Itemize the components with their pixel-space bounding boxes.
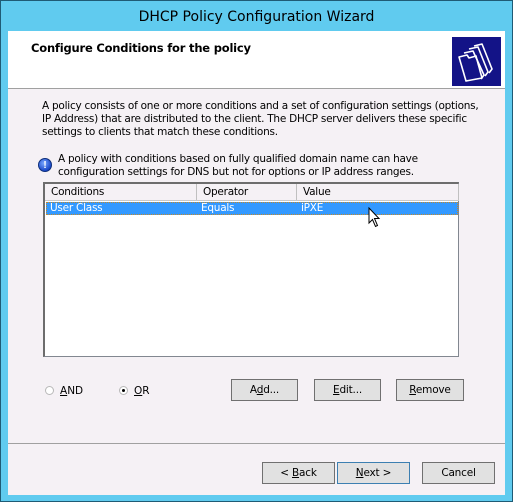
mouse-cursor-icon: [368, 207, 381, 228]
and-radio-label: AND: [60, 385, 84, 397]
column-header-value[interactable]: Value: [297, 184, 459, 200]
folders-icon: [452, 37, 501, 86]
remove-label-mnemonic: R: [409, 384, 416, 396]
remove-label-post: emove: [415, 384, 451, 396]
page-title: Configure Conditions for the policy: [31, 41, 251, 55]
column-header-conditions[interactable]: Conditions: [45, 184, 197, 200]
wizard-header: Configure Conditions for the policy: [8, 31, 505, 88]
cell-condition: User Class: [50, 202, 103, 214]
add-label-post: d...: [263, 384, 280, 396]
info-note: A policy with conditions based on fully …: [58, 153, 418, 178]
and-radio[interactable]: AND: [45, 384, 95, 398]
or-radio-label: OR: [134, 385, 150, 397]
add-button[interactable]: Add...: [231, 379, 298, 401]
policy-description: A policy consists of one or more conditi…: [42, 100, 479, 138]
conditions-list-header: Conditions Operator Value: [45, 184, 459, 201]
back-label-post: ack: [299, 467, 317, 479]
cell-value: iPXE: [301, 202, 324, 214]
cancel-button[interactable]: Cancel: [422, 462, 495, 484]
wizard-body: A policy consists of one or more conditi…: [8, 89, 505, 495]
or-radio[interactable]: OR: [119, 384, 169, 398]
edit-button[interactable]: Edit...: [314, 379, 381, 401]
conditions-list[interactable]: Conditions Operator Value User Class Equ…: [43, 182, 459, 357]
back-button[interactable]: < Back: [262, 462, 335, 484]
column-header-operator[interactable]: Operator: [197, 184, 297, 200]
next-label-post: ext >: [363, 467, 392, 479]
edit-label-post: dit...: [339, 384, 362, 396]
add-label-pre: A: [249, 384, 257, 396]
window-title: DHCP Policy Configuration Wizard: [138, 9, 375, 25]
footer-divider: [8, 443, 505, 444]
table-row[interactable]: User Class Equals iPXE: [46, 202, 458, 215]
info-icon: !: [38, 158, 52, 172]
next-button[interactable]: Next >: [337, 462, 410, 484]
wizard-window: DHCP Policy Configuration Wizard Configu…: [0, 0, 513, 502]
back-label-pre: <: [280, 467, 293, 479]
remove-button[interactable]: Remove: [396, 379, 464, 401]
radio-circle: [119, 386, 128, 395]
radio-selected-dot: [122, 389, 125, 392]
back-label-mnemonic: B: [292, 467, 300, 479]
radio-circle: [45, 386, 54, 395]
cell-operator: Equals: [201, 202, 235, 214]
